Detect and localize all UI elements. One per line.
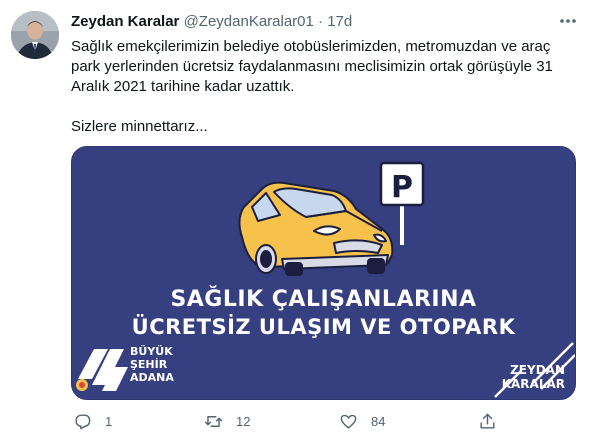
- zeydan-karalar-logo: ZEYDAN KARALAR: [455, 339, 575, 399]
- separator: ·: [318, 13, 324, 30]
- logo-left-line3: ADANA: [130, 371, 174, 384]
- tweet-closing: Sizlere minnettarız...: [71, 118, 208, 135]
- like-icon: [340, 414, 357, 429]
- logo-left-line2: ŞEHİR: [130, 358, 168, 371]
- logo-left-line1: BÜYÜK: [130, 345, 173, 358]
- like-button[interactable]: 84: [339, 406, 385, 436]
- share-icon: [480, 413, 495, 429]
- timestamp[interactable]: 17d: [327, 13, 352, 30]
- retweet-icon: [204, 415, 223, 427]
- retweet-count: 12: [236, 413, 251, 429]
- tweet-line: Sağlık emekçilerimizin belediye otobüsle…: [71, 38, 551, 55]
- share-button[interactable]: [478, 406, 497, 436]
- tweet[interactable]: Zeydan Karalar @ZeydanKaralar01 · 17d Sa…: [0, 0, 595, 447]
- reply-icon: [75, 413, 91, 429]
- logo-right-line1: ZEYDAN: [510, 363, 565, 377]
- car-illustration: P: [238, 161, 425, 276]
- reply-count: 1: [105, 413, 113, 429]
- tweet-image[interactable]: P SAĞLIK ÇALIŞANLARINA ÜCRETSİZ ULAŞIM V…: [71, 146, 576, 400]
- like-count: 84: [371, 413, 386, 429]
- logo-right-line2: KARALAR: [501, 377, 565, 391]
- tweet-line: Aralık 2021 tarihine kadar uzattık.: [71, 78, 295, 95]
- avatar[interactable]: [11, 11, 59, 59]
- author-name[interactable]: Zeydan Karalar: [71, 13, 179, 30]
- tweet-actions: 1 12 84: [0, 406, 595, 436]
- tweet-line: park yerlerinden ücretsiz faydalanmasını…: [71, 58, 553, 75]
- image-headline-line2: ÜCRETSİZ ULAŞIM VE OTOPARK: [131, 315, 516, 339]
- more-icon[interactable]: [557, 14, 579, 28]
- tweet-header: Zeydan Karalar @ZeydanKaralar01 · 17d: [71, 13, 352, 30]
- buyuksehir-adana-logo: BÜYÜK ŞEHİR ADANA: [72, 339, 192, 399]
- parking-letter: P: [391, 170, 413, 205]
- image-headline-line1: SAĞLIK ÇALIŞANLARINA: [170, 287, 477, 312]
- tweet-text: Sağlık emekçilerimizin belediye otobüsle…: [71, 37, 571, 137]
- reply-button[interactable]: 1: [73, 406, 112, 436]
- retweet-button[interactable]: 12: [204, 406, 250, 436]
- author-handle[interactable]: @ZeydanKaralar01: [184, 13, 314, 30]
